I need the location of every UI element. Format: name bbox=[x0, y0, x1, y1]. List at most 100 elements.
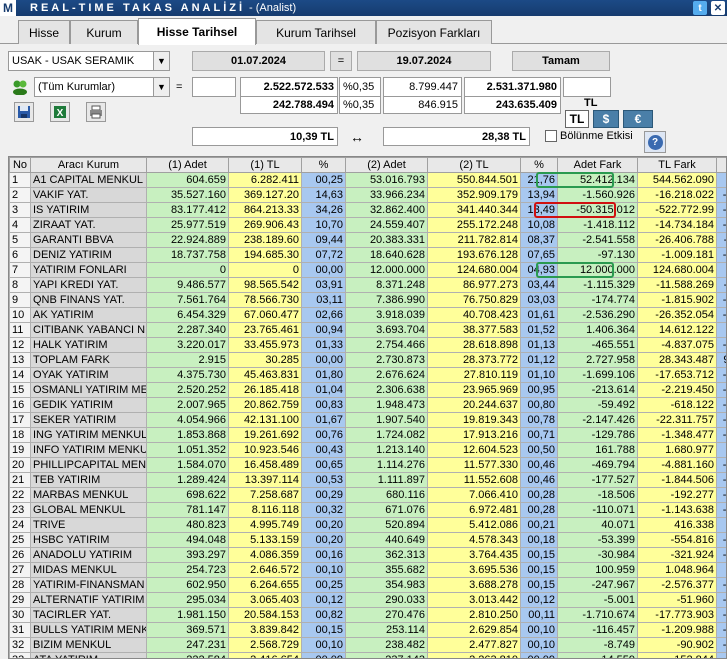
cell-pct2: 03,44 bbox=[520, 277, 558, 293]
cell-adet2: 520.894 bbox=[345, 517, 428, 533]
col-header-adet2[interactable]: (2) Adet bbox=[345, 157, 428, 173]
cell-tl2: 352.909.179 bbox=[427, 187, 521, 203]
chevron-down-icon[interactable]: ▼ bbox=[153, 78, 169, 96]
table-row[interactable]: 16 GEDIK YATIRIM 2.007.965 20.862.759 00,83 1… bbox=[9, 397, 726, 413]
cell-adet2: 354.983 bbox=[345, 577, 428, 593]
cell-no: 2 bbox=[9, 187, 31, 203]
table-row[interactable]: 23 GLOBAL MENKUL 781.147 8.116.118 00,32 671.… bbox=[9, 502, 726, 518]
help-icon[interactable]: ? bbox=[644, 131, 666, 153]
cell-tl1: 5.133.159 bbox=[228, 532, 302, 548]
cell-adet1: 393.297 bbox=[146, 547, 229, 563]
cell-tl2: 6.972.481 bbox=[427, 502, 521, 518]
table-row[interactable]: 7 YATIRIM FONLARI 0 0 00,00 12.000.000 124.680… bbox=[9, 262, 726, 278]
cell-institution: QNB FINANS YAT. bbox=[30, 292, 147, 308]
table-row[interactable]: 5 GARANTI BBVA 22.924.889 238.189.60 09,44 20… bbox=[9, 232, 726, 248]
table-row[interactable]: 2 VAKIF YAT. 35.527.160 369.127.20 14,63 33.9… bbox=[9, 187, 726, 203]
table-row[interactable]: 12 HALK YATIRIM 3.220.017 33.455.973 01,33 2.… bbox=[9, 337, 726, 353]
group-icon[interactable] bbox=[10, 78, 30, 96]
table-row[interactable]: 6 DENIZ YATIRIM 18.737.758 194.685.30 07,72 1… bbox=[9, 247, 726, 263]
cell-pct1: 00,32 bbox=[301, 502, 346, 518]
col-header-adet-fark[interactable]: Adet Fark bbox=[557, 157, 638, 173]
col-header-tl1[interactable]: (1) TL bbox=[228, 157, 302, 173]
table-row[interactable]: 19 INFO YATIRIM MENKU 1.051.352 10.923.546 0… bbox=[9, 442, 726, 458]
date-from-field[interactable]: 01.07.2024 bbox=[192, 51, 325, 71]
table-row[interactable]: 22 MARBAS MENKUL 698.622 7.258.687 00,29 680.… bbox=[9, 487, 726, 503]
table-row[interactable]: 4 ZIRAAT YAT. 25.977.519 269.906.43 10,70 24.… bbox=[9, 217, 726, 233]
currency-tl-button[interactable]: TL bbox=[565, 110, 589, 128]
table-row[interactable]: 13 TOPLAM FARK 2.915 30.285 00,00 2.730.873 28… bbox=[9, 352, 726, 368]
table-row[interactable]: 33ATA YATIRIM222.5842.416.65400,09237.14… bbox=[9, 652, 726, 658]
table-row[interactable]: 14 OYAK YATIRIM 4.375.730 45.463.831 01,80 2.… bbox=[9, 367, 726, 383]
chevron-down-icon[interactable]: ▼ bbox=[153, 52, 169, 70]
cell-adet-fark: -1.710.674 bbox=[557, 607, 638, 623]
cell-no: 1 bbox=[9, 172, 31, 188]
table-row[interactable]: 25 HSBC YATIRIM 494.048 5.133.159 00,20 440.6… bbox=[9, 532, 726, 548]
table-row[interactable]: 32 BIZIM MENKUL 247.231 2.568.729 00,10 238.4… bbox=[9, 637, 726, 653]
cell-no: 26 bbox=[9, 547, 31, 563]
table-row[interactable]: 27 MIDAS MENKUL 254.723 2.646.572 00,10 355.6… bbox=[9, 562, 726, 578]
table-row[interactable]: 11 CITIBANK YABANCI N. 2.287.340 23.765.461… bbox=[9, 322, 726, 338]
table-row[interactable]: 9 QNB FINANS YAT. 7.561.764 78.566.730 03,11… bbox=[9, 292, 726, 308]
cell-pct-fark: -31,51 bbox=[716, 622, 726, 638]
cell-tl1: 19.261.692 bbox=[228, 427, 302, 443]
table-row[interactable]: 15 OSMANLI YATIRIM ME 2.520.252 26.185.418 0… bbox=[9, 382, 726, 398]
table-row[interactable]: 18 ING YATIRIM MENKUL 1.853.868 19.261.692 0… bbox=[9, 427, 726, 443]
col-header-institution[interactable]: Aracı Kurum bbox=[30, 157, 147, 173]
cell-pct-fark: -07,00 bbox=[716, 427, 726, 443]
table-row[interactable]: 30 TACIRLER YAT. 1.981.150 20.584.153 00,82 2… bbox=[9, 607, 726, 623]
cell-adet1: 2.915 bbox=[146, 352, 229, 368]
tab-pozisyon-farklari[interactable]: Pozisyon Farkları bbox=[376, 20, 492, 44]
twitter-icon[interactable]: t bbox=[693, 1, 707, 15]
excel-icon[interactable]: X bbox=[50, 102, 70, 122]
table-row[interactable]: 29 ALTERNATIF YATIRIM 295.034 3.065.403 00,1… bbox=[9, 592, 726, 608]
table-row[interactable]: 26 ANADOLU YATIRIM 393.297 4.086.359 00,16 36… bbox=[9, 547, 726, 563]
stock-history-table: No Aracı Kurum (1) Adet (1) TL % (2) Ade… bbox=[8, 156, 727, 659]
cell-tl2: 28.373.772 bbox=[427, 352, 521, 368]
save-icon[interactable] bbox=[14, 102, 34, 122]
tab-hisse[interactable]: Hisse bbox=[18, 20, 70, 44]
cell-institution: YATIRIM-FINANSMAN bbox=[30, 577, 147, 593]
cell-pct1: 00,83 bbox=[301, 397, 346, 413]
cell-tl2: 7.066.410 bbox=[427, 487, 521, 503]
table-row[interactable]: 8 YAPI KREDI YAT. 9.486.577 98.565.542 03,91… bbox=[9, 277, 726, 293]
tab-kurum-tarihsel[interactable]: Kurum Tarihsel bbox=[256, 20, 376, 44]
col-header-no[interactable]: No bbox=[9, 157, 31, 173]
tab-hisse-tarihsel[interactable]: Hisse Tarihsel bbox=[138, 18, 256, 45]
cell-no: 21 bbox=[9, 472, 31, 488]
institution-select[interactable]: (Tüm Kurumlar) ▼ bbox=[34, 77, 170, 97]
close-icon[interactable]: ✕ bbox=[711, 1, 725, 15]
stock-select[interactable]: USAK - USAK SERAMIK ▼ bbox=[8, 51, 170, 71]
table-row[interactable]: 28 YATIRIM-FINANSMAN 602.950 6.264.655 00,25… bbox=[9, 577, 726, 593]
col-header-pct-fark[interactable]: % bbox=[716, 157, 726, 173]
table-row[interactable]: 31 BULLS YATIRIM MENK 369.571 3.839.842 00,1… bbox=[9, 622, 726, 638]
checkbox-box[interactable] bbox=[545, 130, 557, 142]
date-to-field[interactable]: 19.07.2024 bbox=[357, 51, 491, 71]
col-header-tl2[interactable]: (2) TL bbox=[427, 157, 521, 173]
cell-adet1: 781.147 bbox=[146, 502, 229, 518]
tamam-button[interactable]: Tamam bbox=[512, 51, 610, 71]
split-effect-checkbox[interactable]: Bölünme Etkisi bbox=[545, 128, 633, 144]
cell-tl2: 255.172.248 bbox=[427, 217, 521, 233]
cell-pct2: 00,28 bbox=[520, 487, 558, 503]
cell-pct-fark: 06,54 bbox=[716, 652, 726, 658]
currency-eur-button[interactable]: € bbox=[623, 110, 653, 128]
cell-tl1: 10.923.546 bbox=[228, 442, 302, 458]
table-row[interactable]: 3 IS YATIRIM 83.177.412 864.213.33 34,26 32.8… bbox=[9, 202, 726, 218]
table-row[interactable]: 1 A1 CAPITAL MENKUL D 604.659 6.282.411 00,2… bbox=[9, 172, 726, 188]
col-header-adet1[interactable]: (1) Adet bbox=[146, 157, 229, 173]
table-row[interactable]: 21 TEB YATIRIM 1.289.424 13.397.114 00,53 1.1… bbox=[9, 472, 726, 488]
table-row[interactable]: 10 AK YATIRIM 6.454.329 67.060.477 02,66 3.91… bbox=[9, 307, 726, 323]
table-row[interactable]: 24 TRIVE 480.823 4.995.749 00,20 520.894 5.412… bbox=[9, 517, 726, 533]
col-header-pct1[interactable]: % bbox=[301, 157, 346, 173]
table-row[interactable]: 20 PHILLIPCAPITAL MEN 1.584.070 16.458.489 0… bbox=[9, 457, 726, 473]
col-header-tl-fark[interactable]: TL Fark bbox=[637, 157, 717, 173]
cell-pct1: 00,25 bbox=[301, 577, 346, 593]
cell-tl-fark: -321.924 bbox=[637, 547, 717, 563]
currency-usd-button[interactable]: $ bbox=[593, 110, 619, 128]
print-icon[interactable] bbox=[86, 102, 106, 122]
cell-tl2: 27.810.119 bbox=[427, 367, 521, 383]
table-row[interactable]: 17 SEKER YATIRIM 4.054.966 42.131.100 01,67 1… bbox=[9, 412, 726, 428]
tab-kurum[interactable]: Kurum bbox=[70, 20, 138, 44]
cell-tl1: 7.258.687 bbox=[228, 487, 302, 503]
col-header-pct2[interactable]: % bbox=[520, 157, 558, 173]
